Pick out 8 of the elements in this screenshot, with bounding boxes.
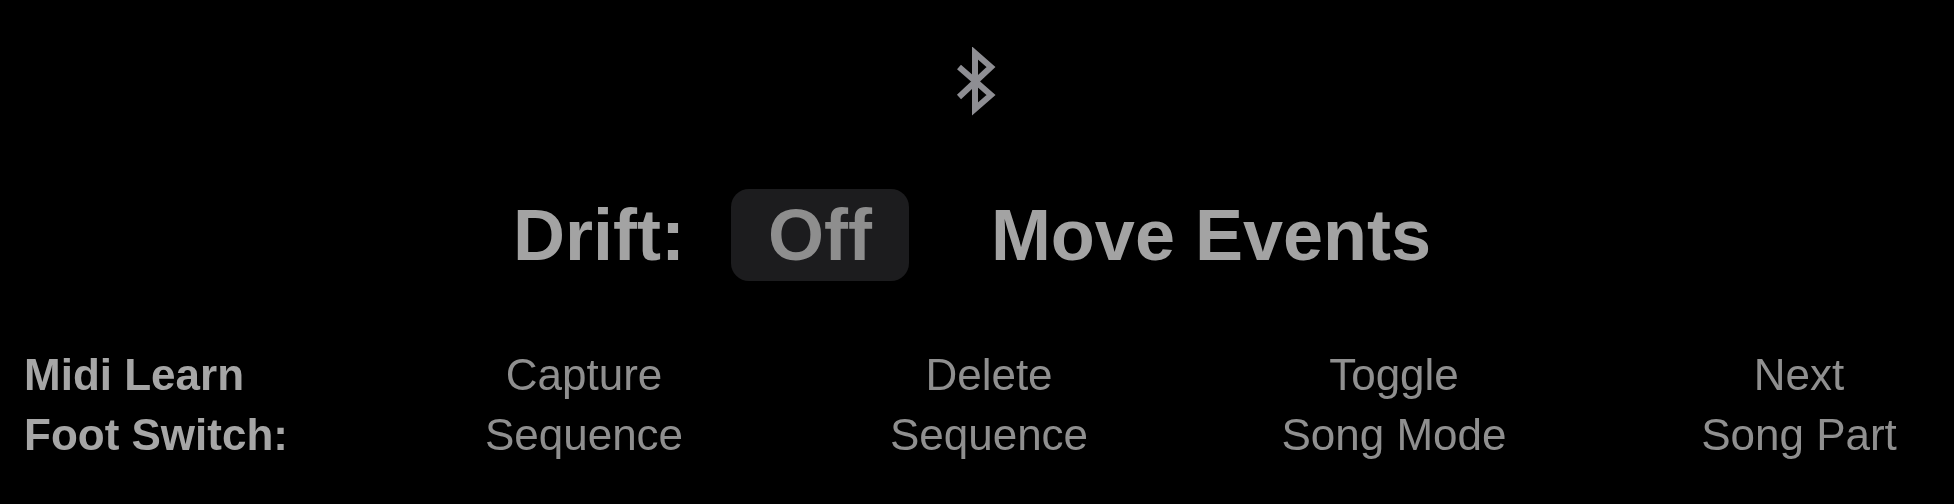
- midi-learn-label: Midi Learn Foot Switch:: [24, 349, 289, 461]
- foot-switch-action[interactable]: Next Song Part: [1654, 345, 1944, 465]
- foot-switch-action[interactable]: Toggle Song Mode: [1249, 345, 1539, 465]
- foot-switch-action[interactable]: Delete Sequence: [844, 345, 1134, 465]
- drift-label: Drift:: [512, 199, 685, 271]
- drift-toggle[interactable]: Off: [730, 189, 909, 281]
- move-events-button[interactable]: Move Events: [990, 199, 1432, 271]
- foot-switch-action[interactable]: Capture Sequence: [439, 345, 729, 465]
